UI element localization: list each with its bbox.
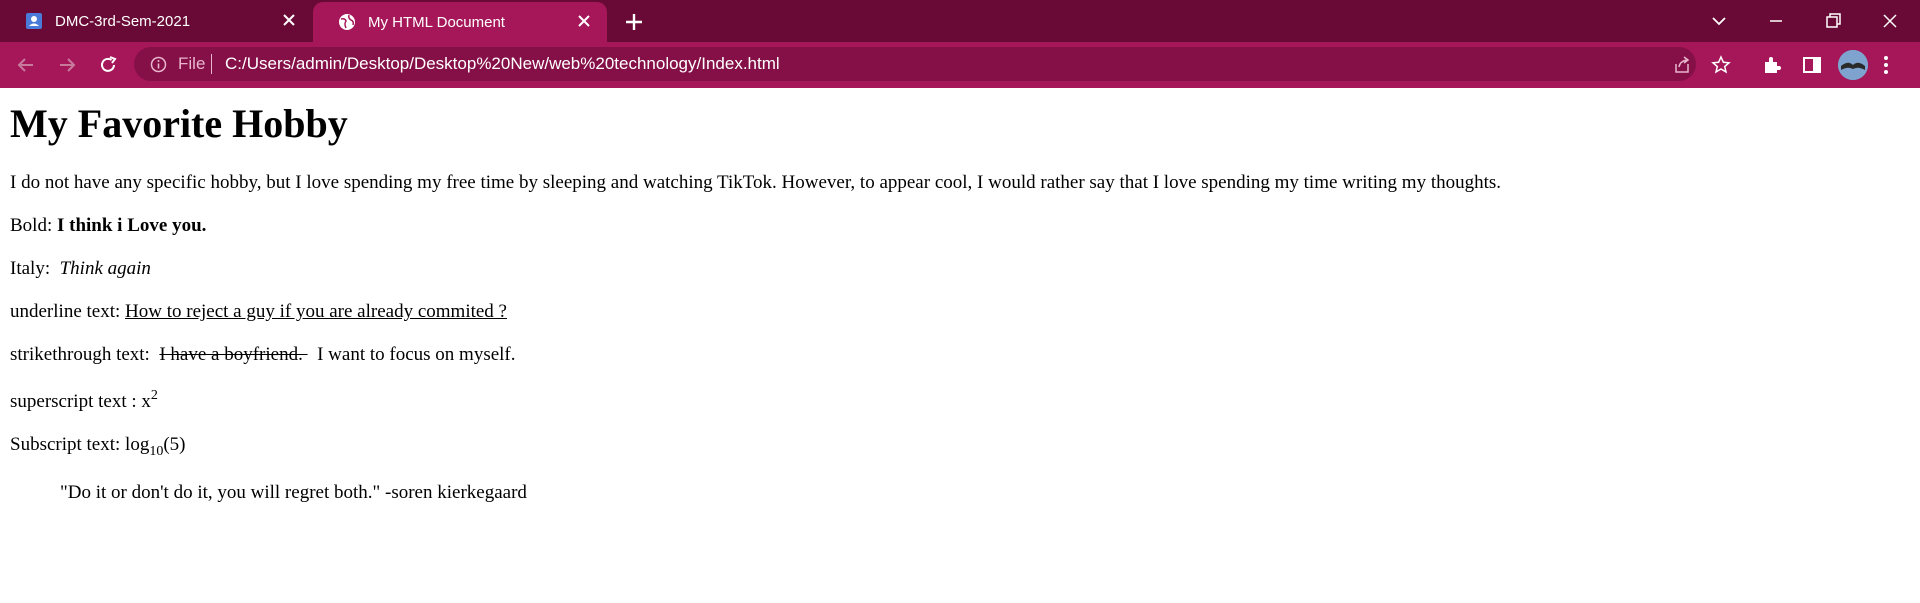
scheme-label: File [178,54,206,73]
underline-text: How to reject a guy if you are already c… [125,301,507,322]
avatar-image [1838,50,1868,80]
blockquote: "Do it or don't do it, you will regret b… [60,482,527,503]
restore-icon[interactable] [1820,8,1846,34]
reload-icon[interactable] [96,53,120,77]
subscript-value: 10 [149,444,164,459]
italic-text: Think again [59,258,151,279]
minimize-icon[interactable] [1763,8,1789,34]
subscript-after: (5) [163,434,186,455]
url-text[interactable]: C:/Users/admin/Desktop/Desktop%20New/web… [225,54,780,74]
italic-label: Italy: [10,258,55,279]
tab-strip: DMC-3rd-Sem-2021 My HTML Document [0,0,1920,42]
bold-label: Bold: [10,215,57,236]
page-content: My Favorite Hobby I do not have any spec… [10,88,1910,504]
bold-line: Bold: I think i Love you. [10,215,206,237]
site-info-icon[interactable] [150,56,167,73]
forward-icon[interactable] [55,53,79,77]
page-heading: My Favorite Hobby [10,101,348,146]
globe-icon [339,14,355,30]
superscript-value: 2 [150,388,158,403]
italic-line: Italy: Think again [10,258,151,280]
toolbar: File C:/Users/admin/Desktop/Desktop%20Ne… [0,42,1920,88]
superscript-line: superscript text : x2 [10,388,158,413]
subscript-label: Subscript text: log [10,434,150,455]
account-icon [26,13,42,29]
tab-dmc[interactable]: DMC-3rd-Sem-2021 [0,0,312,42]
close-tab-icon[interactable] [280,11,298,29]
bold-text: I think i Love you. [56,215,207,236]
divider [211,54,212,74]
close-tab-icon[interactable] [575,12,593,30]
close-window-icon[interactable] [1877,8,1903,34]
tab-title: My HTML Document [368,13,505,31]
subscript-line: Subscript text: log10(5) [10,434,186,459]
menu-icon[interactable] [1882,54,1890,76]
new-tab-icon[interactable] [622,10,646,34]
bookmark-star-icon[interactable] [1711,55,1731,75]
strike-text: I have a boyfriend. [159,344,308,365]
back-icon[interactable] [14,53,38,77]
profile-avatar[interactable] [1838,50,1868,80]
strikethrough-line: strikethrough text: I have a boyfriend. … [10,344,516,366]
superscript-label: superscript text : x [10,391,151,412]
tab-search-icon[interactable] [1706,8,1732,34]
strike-label: strikethrough text: [10,344,155,365]
tab-my-html-document[interactable]: My HTML Document [313,2,607,42]
underline-line: underline text: How to reject a guy if y… [10,301,507,323]
strike-after: I want to focus on myself. [312,344,516,365]
share-icon[interactable] [1672,55,1692,75]
intro-paragraph: I do not have any specific hobby, but I … [10,172,1502,193]
side-panel-icon[interactable] [1801,54,1823,76]
extensions-icon[interactable] [1761,54,1783,76]
tab-title: DMC-3rd-Sem-2021 [55,12,191,30]
underline-label: underline text: [10,301,126,322]
address-bar[interactable]: File C:/Users/admin/Desktop/Desktop%20Ne… [134,47,1731,81]
